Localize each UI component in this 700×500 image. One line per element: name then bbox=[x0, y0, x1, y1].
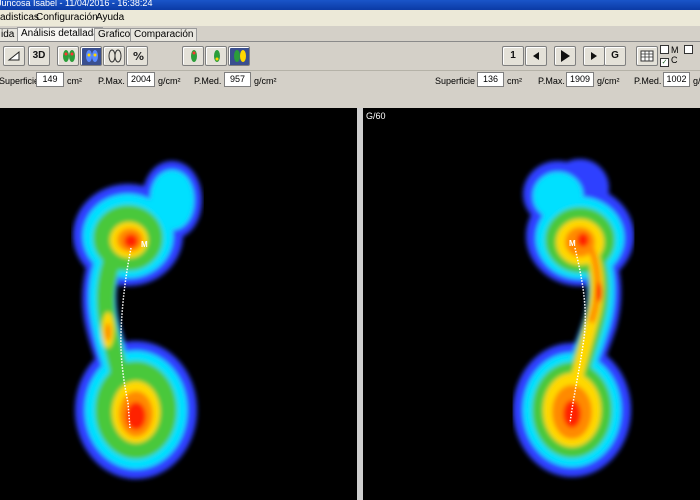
feet-outline-button[interactable] bbox=[103, 46, 125, 66]
both-feet-blue-button[interactable] bbox=[80, 46, 102, 66]
left-superficie-unit: cm² bbox=[67, 76, 82, 86]
left-max-pressure-marker: M bbox=[141, 240, 148, 249]
window-title: Juncosa Isabel - 11/04/2016 - 16:38:24 bbox=[0, 0, 153, 8]
left-superficie-label: Superficie bbox=[0, 76, 40, 86]
checkbox-c[interactable]: ✓ C bbox=[660, 56, 678, 67]
previous-frame-button[interactable] bbox=[525, 46, 547, 66]
left-pmed-label: P.Med. bbox=[194, 76, 222, 86]
grid-table-button[interactable] bbox=[636, 46, 658, 66]
right-max-pressure-marker: M bbox=[569, 239, 576, 248]
title-bar: Juncosa Isabel - 11/04/2016 - 16:38:24 bbox=[0, 0, 700, 10]
right-foot-pressure-view[interactable]: G/60 M bbox=[363, 108, 700, 500]
checkbox-c-label: C bbox=[671, 55, 678, 65]
percent-icon: % bbox=[133, 50, 144, 63]
sole-outline-icon bbox=[7, 50, 20, 61]
gauge-label: G/60 bbox=[366, 111, 386, 121]
right-foot-icon bbox=[214, 50, 220, 62]
checkbox-m[interactable]: M bbox=[660, 45, 679, 55]
svg-text:%: % bbox=[133, 50, 144, 63]
percentage-button[interactable]: % bbox=[126, 46, 148, 66]
menu-estadisticas[interactable]: adisticas bbox=[0, 12, 39, 23]
view-3d-button[interactable]: 3D bbox=[28, 46, 50, 66]
both-feet-pressure-button[interactable] bbox=[57, 46, 79, 66]
stats-bar: Superficie 149 cm² P.Max. 2004 g/cm² P.M… bbox=[0, 71, 700, 108]
left-superficie-field: 149 bbox=[36, 72, 64, 87]
both-feet-button[interactable] bbox=[228, 46, 250, 66]
left-foot-heatmap: M bbox=[73, 161, 202, 479]
right-pmax-unit: g/cm² bbox=[597, 76, 620, 86]
checkbox-m-box[interactable] bbox=[660, 45, 669, 54]
next-frame-button[interactable] bbox=[583, 46, 605, 66]
right-foot-heatmap: M bbox=[513, 159, 634, 477]
grid-icon bbox=[640, 50, 654, 62]
feet-pressure-icon bbox=[63, 50, 75, 62]
left-pmax-field: 2004 bbox=[127, 72, 155, 87]
checkbox-m-label: M bbox=[671, 45, 679, 55]
last-frame-button[interactable]: G bbox=[604, 46, 626, 66]
right-foot-button[interactable] bbox=[205, 46, 227, 66]
right-pmax-field: 1909 bbox=[566, 72, 594, 87]
right-superficie-unit: cm² bbox=[507, 76, 522, 86]
menu-configuracion[interactable]: Configuración bbox=[36, 12, 98, 23]
left-pmed-field: 957 bbox=[224, 72, 251, 87]
tab-comparacion[interactable]: Comparación bbox=[130, 28, 198, 41]
right-superficie-label: Superficie bbox=[435, 76, 476, 86]
play-button[interactable] bbox=[554, 46, 576, 66]
step-forward-icon bbox=[591, 52, 597, 60]
left-pmed-unit: g/cm² bbox=[254, 76, 277, 86]
checkbox-c-box[interactable]: ✓ bbox=[660, 58, 669, 67]
checkbox-extra-box[interactable] bbox=[684, 45, 693, 54]
tab-bar: ida Análisis detallada Grafico Comparaci… bbox=[0, 26, 700, 42]
left-pmax-unit: g/cm² bbox=[158, 76, 181, 86]
feet-blue-icon bbox=[86, 50, 98, 62]
first-frame-button[interactable]: 1 bbox=[502, 46, 524, 66]
right-superficie-field: 136 bbox=[477, 72, 504, 87]
left-foot-button[interactable] bbox=[182, 46, 204, 66]
checkbox-extra[interactable] bbox=[684, 45, 695, 55]
feet-pair-icon bbox=[234, 50, 246, 62]
tab-grafico[interactable]: Grafico bbox=[94, 28, 135, 41]
toolbar: 3D % 1 G M ✓ C bbox=[0, 42, 700, 71]
right-pmed-field: 1002 bbox=[663, 72, 690, 87]
left-foot-pressure-view[interactable]: M bbox=[0, 108, 357, 500]
footprint-view-button[interactable] bbox=[3, 46, 25, 66]
tab-medida[interactable]: ida bbox=[0, 28, 19, 41]
left-pmax-label: P.Max. bbox=[98, 76, 125, 86]
left-foot-icon bbox=[191, 50, 197, 62]
menu-bar: adisticas Configuración Ayuda bbox=[0, 10, 700, 26]
right-pmed-unit: g/ bbox=[693, 76, 700, 86]
feet-outline-icon bbox=[108, 49, 122, 63]
right-pmax-label: P.Max. bbox=[538, 76, 565, 86]
step-back-icon bbox=[533, 52, 539, 60]
right-pmed-label: P.Med. bbox=[634, 76, 662, 86]
play-icon bbox=[561, 50, 570, 62]
tab-analisis-detallada[interactable]: Análisis detallada bbox=[17, 27, 103, 41]
menu-ayuda[interactable]: Ayuda bbox=[96, 12, 124, 23]
